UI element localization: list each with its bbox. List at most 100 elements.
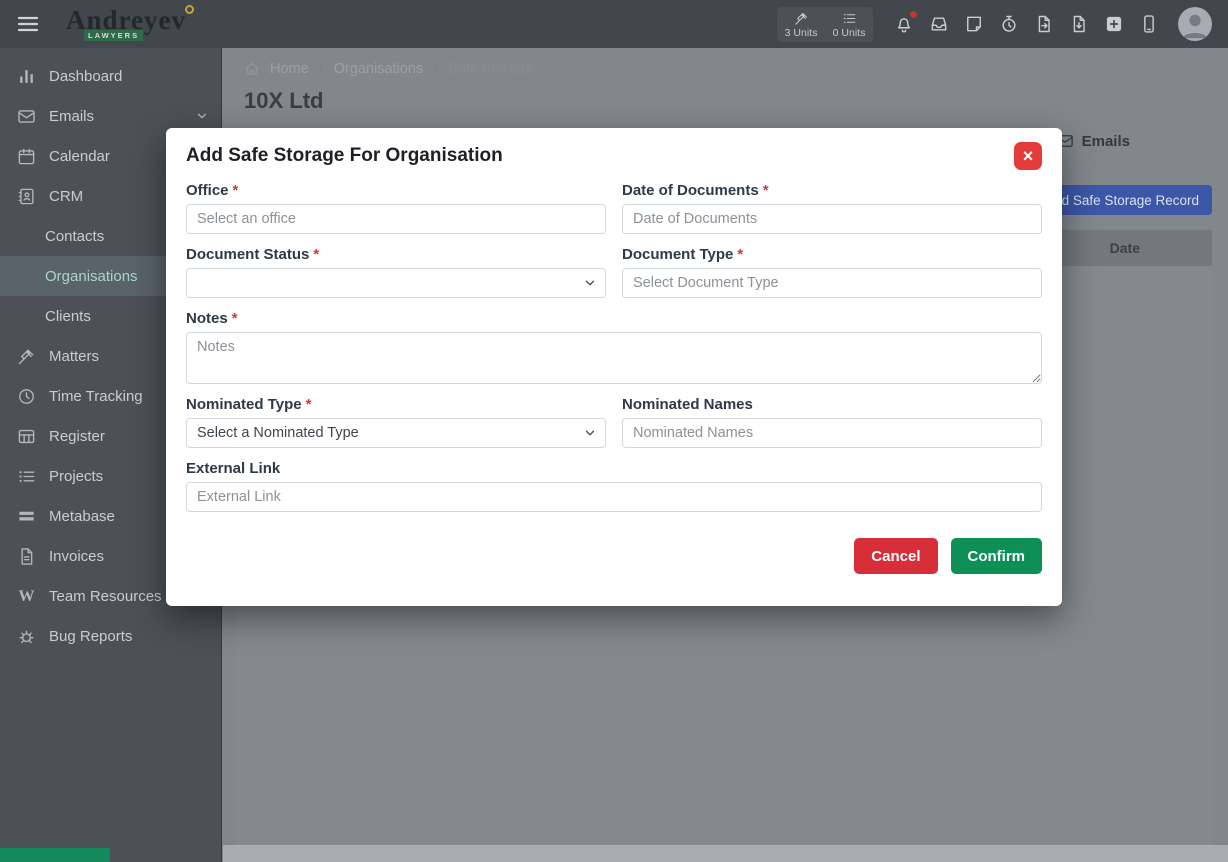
sticky-note-icon xyxy=(964,14,984,34)
field-nominated-names: Nominated Names xyxy=(622,396,1042,448)
units-counter-1-label: 3 Units xyxy=(785,27,818,39)
table-icon xyxy=(17,427,36,446)
add-new-button[interactable] xyxy=(1104,14,1124,34)
hamburger-menu-icon[interactable] xyxy=(16,12,40,36)
external-link-label: External Link xyxy=(186,460,280,477)
nominated-type-label: Nominated Type xyxy=(186,396,302,413)
office-input[interactable] xyxy=(186,204,606,234)
sidebar-item-label: Matters xyxy=(49,348,99,365)
notes-label: Notes xyxy=(186,310,228,327)
tab-emails[interactable]: Emails xyxy=(1056,132,1130,150)
stacked-bars-icon xyxy=(17,507,36,526)
units-counter-2-label: 0 Units xyxy=(833,27,866,39)
breadcrumb-organisations[interactable]: Organisations xyxy=(334,61,423,77)
breadcrumb-safe-storage: Safe Storage xyxy=(448,61,533,77)
bottom-left-accent xyxy=(0,848,110,862)
notes-button[interactable] xyxy=(964,14,984,34)
brand-ring-icon xyxy=(185,5,194,14)
invoice-file-icon xyxy=(17,547,36,566)
nominated-names-input[interactable] xyxy=(622,418,1042,448)
notes-textarea[interactable] xyxy=(186,332,1042,384)
brand-logo[interactable]: Andreyev LAWYERS xyxy=(66,7,186,41)
office-label: Office xyxy=(186,182,229,199)
inbox-icon xyxy=(929,14,949,34)
notifications-button[interactable] xyxy=(894,14,914,34)
gavel-icon xyxy=(17,347,36,366)
close-button[interactable]: × xyxy=(1014,142,1042,170)
units-counter-2[interactable]: 0 Units xyxy=(825,7,873,42)
sidebar-item-label: Time Tracking xyxy=(49,388,143,405)
sidebar-item-label: Organisations xyxy=(45,268,138,285)
gavel-icon xyxy=(794,11,809,26)
sidebar-item-label: Clients xyxy=(45,308,91,325)
date-column-header: Date xyxy=(1110,240,1140,256)
field-nominated-type: Nominated Type* Select a Nominated Type xyxy=(186,396,606,448)
modal-footer: Cancel Confirm xyxy=(186,538,1042,574)
sidebar-item-label: Emails xyxy=(49,108,94,125)
home-icon xyxy=(244,61,260,77)
header-actions: 3 Units 0 Units xyxy=(777,7,1212,42)
address-book-icon xyxy=(17,187,36,206)
file-export-icon xyxy=(1034,14,1054,34)
cancel-button[interactable]: Cancel xyxy=(854,538,937,574)
modal-title: Add Safe Storage For Organisation xyxy=(186,145,503,167)
sidebar-item-label: Metabase xyxy=(49,508,115,525)
date-of-documents-label: Date of Documents xyxy=(622,182,759,199)
file-download-button[interactable] xyxy=(1069,14,1089,34)
mobile-button[interactable] xyxy=(1139,14,1159,34)
field-document-status: Document Status* xyxy=(186,246,606,298)
document-type-input[interactable] xyxy=(622,268,1042,298)
required-asterisk: * xyxy=(313,246,319,263)
timer-button[interactable] xyxy=(999,14,1019,34)
plus-square-icon xyxy=(1104,14,1124,34)
required-asterisk: * xyxy=(737,246,743,263)
stopwatch-icon xyxy=(999,14,1019,34)
required-asterisk: * xyxy=(763,182,769,199)
field-notes: Notes* xyxy=(186,310,1042,384)
document-type-label: Document Type xyxy=(622,246,733,263)
tab-emails-label: Emails xyxy=(1082,133,1130,150)
chevron-right-icon: › xyxy=(319,60,324,77)
inbox-button[interactable] xyxy=(929,14,949,34)
sidebar-item-label: Invoices xyxy=(49,548,104,565)
close-icon: × xyxy=(1023,143,1034,169)
sidebar-item-dashboard[interactable]: Dashboard xyxy=(0,56,221,96)
file-download-icon xyxy=(1069,14,1089,34)
mobile-icon xyxy=(1139,14,1159,34)
file-export-button[interactable] xyxy=(1034,14,1054,34)
nominated-type-select[interactable]: Select a Nominated Type xyxy=(186,418,606,448)
date-of-documents-input[interactable] xyxy=(622,204,1042,234)
sidebar-item-label: Bug Reports xyxy=(49,628,132,645)
document-status-label: Document Status xyxy=(186,246,309,263)
required-asterisk: * xyxy=(233,182,239,199)
field-document-type: Document Type* xyxy=(622,246,1042,298)
sidebar-item-label: Register xyxy=(49,428,105,445)
field-date-of-documents: Date of Documents* xyxy=(622,182,1042,234)
chevron-down-icon xyxy=(195,109,209,123)
sidebar-item-label: Contacts xyxy=(45,228,104,245)
field-office: Office* xyxy=(186,182,606,234)
units-counter-1[interactable]: 3 Units xyxy=(777,7,825,42)
clock-icon xyxy=(17,387,36,406)
nominated-names-label: Nominated Names xyxy=(622,396,753,413)
wiki-w-icon: W xyxy=(17,587,36,606)
sidebar-item-label: CRM xyxy=(49,188,83,205)
add-safe-storage-modal: Add Safe Storage For Organisation × Offi… xyxy=(166,128,1062,606)
modal-header: Add Safe Storage For Organisation × xyxy=(186,142,1042,170)
unit-counters: 3 Units 0 Units xyxy=(777,7,873,42)
envelope-icon xyxy=(17,107,36,126)
confirm-button[interactable]: Confirm xyxy=(951,538,1043,574)
sidebar-item-label: Dashboard xyxy=(49,68,122,85)
brand-tagline: LAWYERS xyxy=(84,30,143,41)
sidebar-item-bug-reports[interactable]: Bug Reports xyxy=(0,616,221,656)
breadcrumb-home[interactable]: Home xyxy=(270,61,309,77)
required-asterisk: * xyxy=(306,396,312,413)
sidebar-item-label: Calendar xyxy=(49,148,110,165)
field-external-link: External Link xyxy=(186,460,1042,512)
sidebar-item-label: Team Resources xyxy=(49,588,162,605)
external-link-input[interactable] xyxy=(186,482,1042,512)
user-avatar[interactable] xyxy=(1178,7,1212,41)
list-icon xyxy=(842,11,857,26)
document-status-select[interactable] xyxy=(186,268,606,298)
top-bar: Andreyev LAWYERS 3 Units 0 Units xyxy=(0,0,1228,48)
